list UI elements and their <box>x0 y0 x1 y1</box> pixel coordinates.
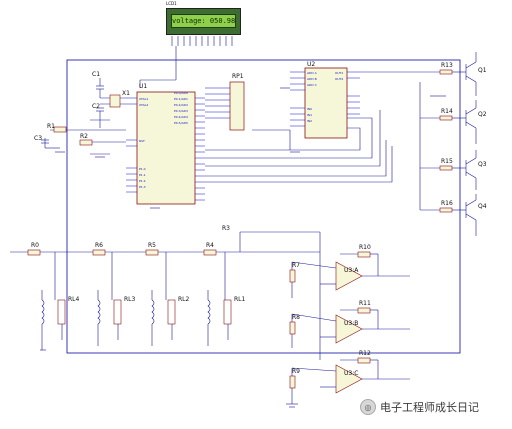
svg-text:P1.3: P1.3 <box>139 185 146 189</box>
opamp-u3c-label: U3:C <box>344 370 359 377</box>
svg-text:XTAL2: XTAL2 <box>139 103 148 107</box>
resistor-r12-label: R12 <box>359 350 371 357</box>
opamp-section <box>286 251 410 408</box>
resistor-pack <box>205 81 245 131</box>
divider-chain <box>10 231 321 360</box>
svg-text:P1.1: P1.1 <box>139 173 146 177</box>
mcu-label: U1 <box>139 83 148 90</box>
svg-text:IN2: IN2 <box>307 119 312 123</box>
resistor-r11-label: R11 <box>359 300 371 307</box>
resistor-r16-label: R16 <box>441 200 453 207</box>
lcd-module: voltage: 050.98V <box>166 8 241 35</box>
svg-text:P1.0: P1.0 <box>139 167 146 171</box>
svg-text:P0.4/AD4: P0.4/AD4 <box>174 115 188 119</box>
lcd-bus <box>139 36 233 88</box>
resistor-pack-label: RP1 <box>232 73 244 80</box>
svg-text:OUT2: OUT2 <box>335 77 343 81</box>
relay-rl2-label: RL2 <box>178 296 190 303</box>
wechat-icon: ◎ <box>360 399 376 415</box>
relay-rl3-label: RL3 <box>124 296 136 303</box>
transistor-q2-label: Q2 <box>478 111 487 118</box>
schematic-canvas: P0.0/AD0 P0.1/AD1 P0.2/AD2 P0.3/AD3 P0.4… <box>10 36 477 408</box>
resistor-r9-label: R9 <box>292 368 300 375</box>
adc-label: U2 <box>307 61 316 68</box>
resistor-r4-label: R4 <box>206 242 214 249</box>
resistor-r3-label: R3 <box>222 225 230 232</box>
svg-text:OUT1: OUT1 <box>335 71 343 75</box>
capacitor-c3-label: C3 <box>34 135 43 142</box>
oscillator-circuit <box>41 78 126 153</box>
resistor-r7-label: R7 <box>292 262 300 269</box>
svg-text:XTAL1: XTAL1 <box>139 97 148 101</box>
opamp-u3b-label: U3:B <box>344 320 359 327</box>
resistor-r8-label: R8 <box>292 314 300 321</box>
resistor-r0-label: R0 <box>31 242 39 249</box>
lcd-label: LCD1 <box>166 1 177 6</box>
transistor-q4-label: Q4 <box>478 203 487 210</box>
svg-text:ADD A: ADD A <box>307 71 318 75</box>
svg-text:P0.5/AD5: P0.5/AD5 <box>174 121 188 125</box>
capacitor-c2-label: C2 <box>92 103 101 110</box>
transistor-q1-label: Q1 <box>478 67 487 74</box>
resistor-r5-label: R5 <box>148 242 156 249</box>
resistor-r14-label: R14 <box>441 108 453 115</box>
ground-symbols <box>40 95 446 351</box>
svg-text:P0.2/AD2: P0.2/AD2 <box>174 103 188 107</box>
svg-text:IN0: IN0 <box>307 107 312 111</box>
lcd-display-text: voltage: 050.98V <box>171 14 236 28</box>
watermark: ◎ 电子工程师成长日记 <box>360 398 479 416</box>
crystal-label: X1 <box>122 90 130 97</box>
svg-text:P0.0/AD0: P0.0/AD0 <box>174 91 188 95</box>
resistor-r2-label: R2 <box>80 133 88 140</box>
adc-chip <box>290 67 360 139</box>
svg-text:RST: RST <box>139 139 145 143</box>
svg-text:ADD C: ADD C <box>307 83 317 87</box>
opamp-u3a-label: U3:A <box>344 267 359 274</box>
mcu-chip <box>126 91 205 205</box>
resistor-r1-label: R1 <box>47 123 55 130</box>
svg-text:P1.2: P1.2 <box>139 179 146 183</box>
svg-text:P0.3/AD3: P0.3/AD3 <box>174 109 188 113</box>
relay-rl4-label: RL4 <box>68 296 80 303</box>
svg-text:ADD B: ADD B <box>307 77 317 81</box>
capacitor-c1-label: C1 <box>92 71 101 78</box>
transistor-q3-label: Q3 <box>478 161 487 168</box>
resistor-r15-label: R15 <box>441 158 453 165</box>
relay-rl1-label: RL1 <box>234 296 246 303</box>
resistor-r13-label: R13 <box>441 62 453 69</box>
transistor-drivers <box>419 52 477 236</box>
watermark-text: 电子工程师成长日记 <box>380 401 479 414</box>
resistor-r6-label: R6 <box>95 242 103 249</box>
svg-text:IN1: IN1 <box>307 113 312 117</box>
resistor-r10-label: R10 <box>359 244 371 251</box>
svg-text:P0.1/AD1: P0.1/AD1 <box>174 97 188 101</box>
